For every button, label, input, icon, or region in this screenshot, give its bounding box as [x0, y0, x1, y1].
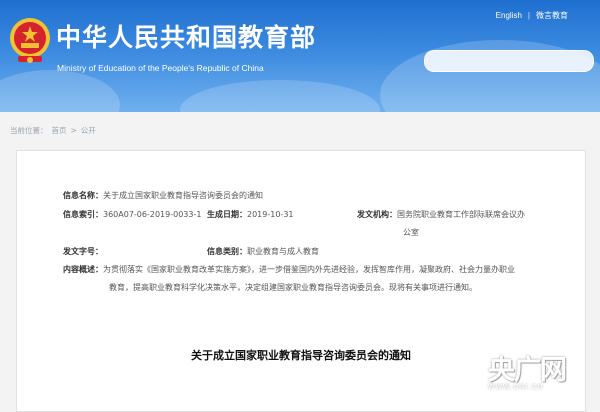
info-category-value: 职业教育与成人教育	[247, 247, 319, 256]
info-title-value: 关于成立国家职业教育指导咨询委员会的通知	[103, 191, 263, 200]
info-issuer-row: 发文机构：国务院职业教育工作部际联席会议办	[357, 208, 525, 221]
info-summary-row: 内容概述：为贯彻落实《国家职业教育改革实施方案》，进一步借鉴国内外先进经验，发挥…	[63, 263, 515, 276]
info-date-value: 2019-10-31	[247, 210, 294, 219]
info-index-row: 信息索引：360A07-06-2019-0033-1	[63, 208, 201, 221]
info-summary-line1: 为贯彻落实《国家职业教育改革实施方案》，进一步借鉴国内外先进经验，发挥智库作用，…	[103, 265, 515, 274]
breadcrumb-public-link[interactable]: 公开	[81, 125, 96, 136]
info-docno-row: 发文字号：	[63, 245, 103, 258]
breadcrumb-label: 当前位置：	[10, 126, 48, 135]
info-date-label: 生成日期：	[207, 210, 247, 219]
info-summary-continued: 教育，提高职业教育科学化决策水平，决定组建国家职业教育指导咨询委员会。现将有关事…	[109, 281, 477, 294]
info-index-label: 信息索引：	[63, 210, 103, 219]
info-issuer-value-continued: 公室	[403, 228, 419, 237]
weiyan-link[interactable]: 微言教育	[536, 10, 568, 21]
info-summary-line2: 教育，提高职业教育科学化决策水平，决定组建国家职业教育指导咨询委员会。现将有关事…	[109, 283, 477, 292]
info-issuer-label: 发文机构：	[357, 210, 397, 219]
info-docno-label: 发文字号：	[63, 247, 103, 256]
site-title-english: Ministry of Education of the People's Re…	[57, 63, 264, 73]
info-category-label: 信息类别：	[207, 247, 247, 256]
info-summary-label: 内容概述：	[63, 265, 103, 274]
site-header: 中华人民共和国教育部 Ministry of Education of the …	[0, 0, 600, 112]
breadcrumb: 当前位置： 首页 > 公开	[10, 125, 96, 136]
info-issuer-value: 国务院职业教育工作部际联席会议办	[397, 210, 525, 219]
breadcrumb-home-link[interactable]: 首页	[52, 125, 67, 136]
link-divider: |	[527, 11, 530, 20]
top-links: English | 微言教育	[496, 10, 568, 21]
cnr-watermark: 央广网 www.cnr.cn	[488, 348, 596, 396]
info-title-row: 信息名称：关于成立国家职业教育指导咨询委员会的通知	[63, 189, 263, 202]
info-date-row: 生成日期：2019-10-31	[207, 208, 294, 221]
breadcrumb-separator: >	[70, 126, 77, 135]
header-decoration	[180, 80, 380, 112]
search-box[interactable]	[424, 50, 594, 74]
search-input[interactable]	[435, 53, 579, 74]
national-emblem-icon	[10, 18, 50, 63]
info-index-value: 360A07-06-2019-0033-1	[103, 210, 202, 219]
site-title: 中华人民共和国教育部	[56, 23, 317, 52]
english-link[interactable]: English	[496, 11, 522, 20]
info-title-label: 信息名称：	[63, 191, 103, 200]
info-category-row: 信息类别：职业教育与成人教育	[207, 245, 319, 258]
header-decoration	[0, 70, 120, 112]
watermark-url: www.cnr.cn	[488, 381, 544, 391]
